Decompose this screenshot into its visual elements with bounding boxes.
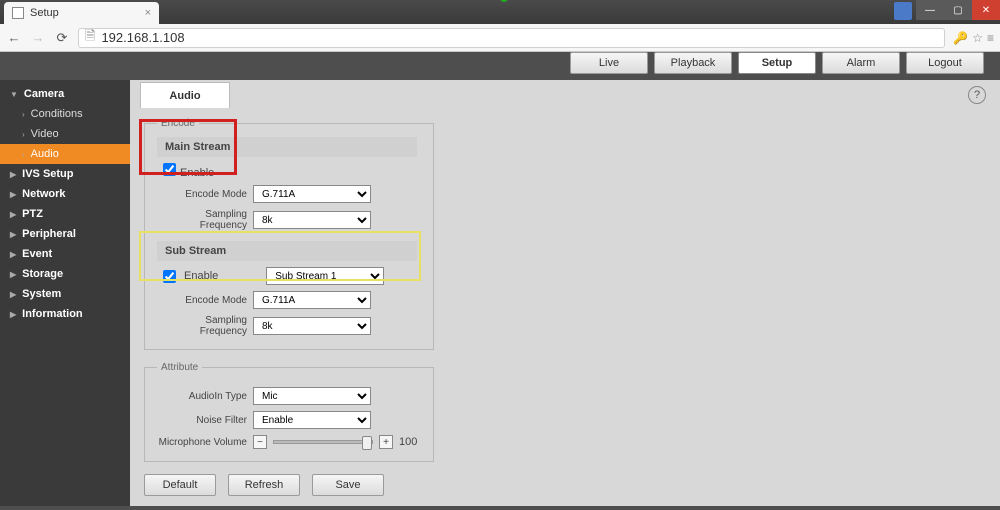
back-button[interactable]: ←	[6, 30, 22, 45]
main-enable-checkbox[interactable]	[163, 163, 176, 176]
sidebar-group-network[interactable]: ▶Network	[0, 184, 130, 204]
volume-value: 100	[399, 436, 417, 448]
slider-thumb-icon[interactable]	[362, 436, 372, 450]
default-button[interactable]: Default	[144, 474, 216, 496]
address-bar[interactable]: 🗎 192.168.1.108	[78, 28, 945, 48]
audioin-label: AudioIn Type	[157, 391, 253, 402]
chevron-right-icon: ▶	[10, 210, 16, 219]
encode-fieldset: Encode Main Stream Enable Encode Mode G.…	[144, 118, 434, 350]
volume-decrease-button[interactable]: −	[253, 435, 267, 449]
sub-sampling-select[interactable]: 8k	[253, 317, 371, 335]
reload-button[interactable]: ⟳	[54, 30, 70, 46]
window-minimize-button[interactable]: —	[916, 0, 944, 20]
main-stream-header: Main Stream	[157, 137, 417, 157]
key-icon[interactable]: 🔑	[953, 31, 968, 45]
main-sampling-label: Sampling Frequency	[157, 209, 253, 231]
attribute-legend: Attribute	[157, 362, 202, 373]
tab-close-icon[interactable]: ×	[145, 7, 151, 19]
sub-stream-header: Sub Stream	[157, 241, 417, 261]
mic-label: Microphone Volume	[157, 437, 253, 448]
chevron-down-icon: ▼	[10, 90, 18, 99]
chevron-right-icon: ▶	[10, 170, 16, 179]
sub-enable-checkbox[interactable]	[163, 270, 176, 283]
audioin-select[interactable]: Mic	[253, 387, 371, 405]
sub-stream-select[interactable]: Sub Stream 1	[266, 267, 384, 285]
forward-button[interactable]: →	[30, 30, 46, 45]
sidebar-group-camera[interactable]: ▼Camera	[0, 84, 130, 104]
chevron-right-icon: ›	[22, 110, 25, 119]
chevron-right-icon: ▶	[10, 230, 16, 239]
sidebar-item-conditions[interactable]: ›Conditions	[0, 104, 130, 124]
nav-alarm[interactable]: Alarm	[822, 52, 900, 74]
sidebar-item-audio[interactable]: ›Audio	[0, 144, 130, 164]
main-encode-mode-label: Encode Mode	[157, 189, 253, 200]
sidebar-group-storage[interactable]: ▶Storage	[0, 264, 130, 284]
help-icon[interactable]: ?	[968, 86, 986, 104]
window-maximize-button[interactable]: ▢	[944, 0, 972, 20]
profile-avatar-icon[interactable]	[894, 2, 912, 20]
browser-toolbar: ← → ⟳ 🗎 192.168.1.108 🔑 ☆ ≡	[0, 24, 1000, 52]
browser-titlebar: Setup × — ▢ ✕	[0, 0, 1000, 24]
sidebar-group-information[interactable]: ▶Information	[0, 304, 130, 324]
sidebar-group-ivs[interactable]: ▶IVS Setup	[0, 164, 130, 184]
noise-select[interactable]: Enable	[253, 411, 371, 429]
app-header: Live Playback Setup Alarm Logout	[0, 52, 1000, 80]
chevron-right-icon: ▶	[10, 270, 16, 279]
sidebar-group-peripheral[interactable]: ▶Peripheral	[0, 224, 130, 244]
sidebar-group-system[interactable]: ▶System	[0, 284, 130, 304]
save-button[interactable]: Save	[312, 474, 384, 496]
attribute-fieldset: Attribute AudioIn Type Mic Noise Filter …	[144, 362, 434, 462]
main-sampling-select[interactable]: 8k	[253, 211, 371, 229]
tab-title: Setup	[30, 7, 59, 19]
nav-playback[interactable]: Playback	[654, 52, 732, 74]
site-icon: 🗎	[85, 27, 95, 49]
volume-slider[interactable]	[273, 440, 373, 444]
sub-encode-mode-label: Encode Mode	[157, 295, 253, 306]
page-icon	[12, 7, 24, 19]
menu-icon[interactable]: ≡	[987, 31, 994, 45]
nav-setup[interactable]: Setup	[738, 52, 816, 74]
bookmark-icon[interactable]: ☆	[972, 31, 983, 45]
refresh-button[interactable]: Refresh	[228, 474, 300, 496]
sidebar-group-event[interactable]: ▶Event	[0, 244, 130, 264]
chevron-right-icon: ›	[22, 150, 25, 159]
chevron-right-icon: ›	[22, 130, 25, 139]
main-encode-mode-select[interactable]: G.711A	[253, 185, 371, 203]
noise-label: Noise Filter	[157, 415, 253, 426]
sidebar-item-video[interactable]: ›Video	[0, 124, 130, 144]
chevron-right-icon: ▶	[10, 310, 16, 319]
sidebar-group-ptz[interactable]: ▶PTZ	[0, 204, 130, 224]
window-close-button[interactable]: ✕	[972, 0, 1000, 20]
browser-tab[interactable]: Setup ×	[4, 2, 159, 24]
url-text: 192.168.1.108	[101, 30, 184, 45]
sub-sampling-label: Sampling Frequency	[157, 315, 253, 337]
chevron-right-icon: ▶	[10, 190, 16, 199]
sub-encode-mode-select[interactable]: G.711A	[253, 291, 371, 309]
content-panel: ? Audio Encode Main Stream Enable	[130, 80, 1000, 506]
sidebar: ▼Camera ›Conditions ›Video ›Audio ▶IVS S…	[0, 80, 130, 506]
volume-increase-button[interactable]: +	[379, 435, 393, 449]
chevron-right-icon: ▶	[10, 250, 16, 259]
encode-legend: Encode	[157, 118, 199, 129]
nav-live[interactable]: Live	[570, 52, 648, 74]
main-enable-label: Enable	[180, 167, 214, 179]
sub-enable-label: Enable	[184, 270, 218, 282]
tab-audio[interactable]: Audio	[140, 82, 230, 108]
nav-logout[interactable]: Logout	[906, 52, 984, 74]
notification-dot	[500, 0, 508, 2]
chevron-right-icon: ▶	[10, 290, 16, 299]
